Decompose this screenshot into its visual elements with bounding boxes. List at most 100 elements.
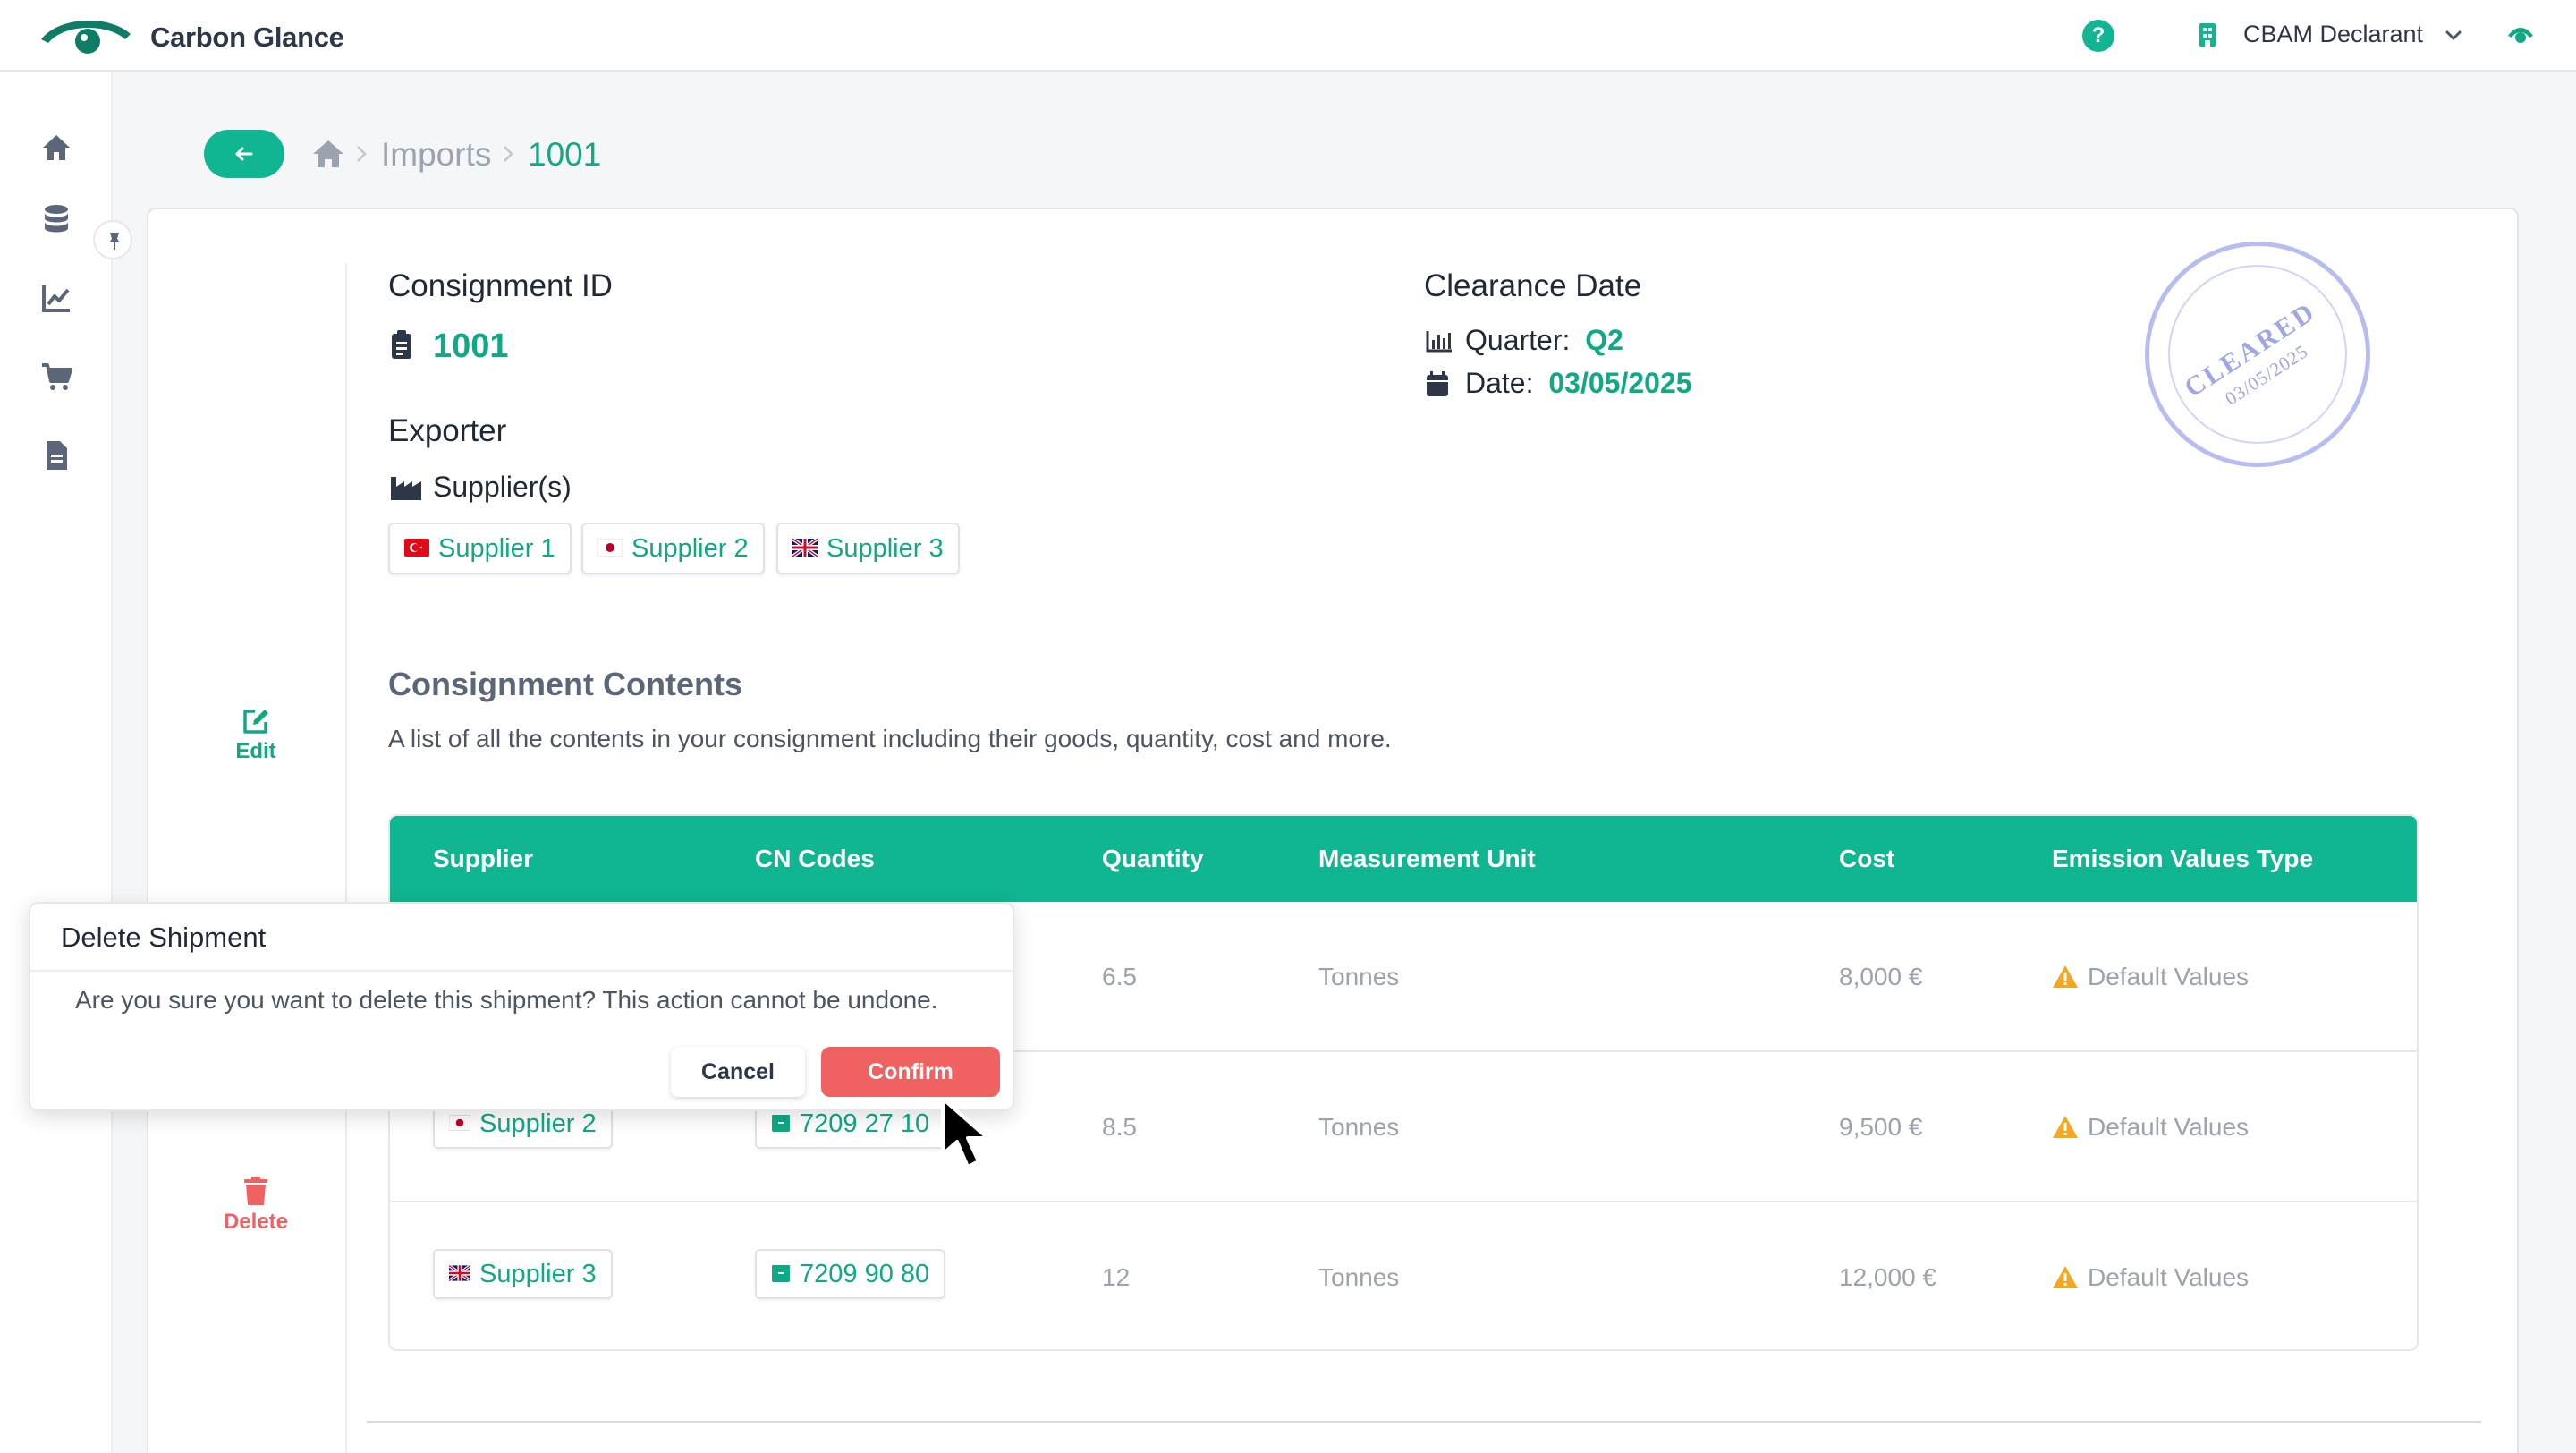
supplier-tag-3[interactable]: Supplier 3 [776, 523, 960, 574]
consignment-id-value: 1001 [433, 327, 509, 365]
quantity-cell: 12 [1102, 1263, 1131, 1291]
cost-cell: 8,000 € [1839, 963, 1923, 990]
consignment-id-label: Consignment ID [388, 268, 613, 303]
cn-code-label: 7209 27 10 [800, 1109, 930, 1138]
edit-button[interactable]: Edit [202, 707, 309, 764]
logo-eye-icon[interactable] [2506, 25, 2535, 45]
home-icon[interactable] [39, 131, 73, 165]
carbon-glance-logo-icon[interactable] [38, 14, 134, 57]
brand-name: Carbon Glance [150, 21, 344, 53]
quantity-cell: 8.5 [1102, 1113, 1137, 1141]
quarter-value: Q2 [1585, 324, 1623, 356]
breadcrumb-chevron-icon [357, 146, 367, 162]
quantity-cell: 6.5 [1102, 963, 1137, 990]
cost-cell: 12,000 € [1839, 1263, 1936, 1291]
date-line: Date: 03/05/2025 [1465, 367, 1692, 400]
breadcrumb-current: 1001 [528, 136, 602, 173]
box-icon [772, 1265, 790, 1283]
japan-flag-icon [597, 539, 623, 557]
exporter-label: Exporter [388, 413, 507, 448]
breadcrumb-imports[interactable]: Imports [381, 136, 491, 174]
sidebar [0, 72, 113, 1453]
emission-cell: Default Values [2052, 1263, 2249, 1292]
trash-icon [244, 1177, 267, 1205]
card-divider [345, 263, 347, 1453]
cost-cell: 9,500 € [1839, 1113, 1923, 1141]
factory-icon [391, 477, 421, 500]
contents-title: Consignment Contents [388, 666, 742, 702]
dialog-divider [30, 970, 1013, 972]
breadcrumb-home-icon[interactable] [311, 139, 345, 169]
top-bar: Carbon Glance ? CBAM Declarant [0, 0, 2576, 72]
delete-shipment-dialog: Delete Shipment Are you sure you want to… [29, 902, 1014, 1111]
emission-value: Default Values [2088, 1263, 2250, 1291]
quarter-line: Quarter: Q2 [1465, 324, 1623, 357]
cn-code-label: 7209 90 80 [800, 1260, 930, 1288]
dialog-title: Delete Shipment [61, 922, 267, 953]
cancel-button[interactable]: Cancel [671, 1047, 805, 1097]
unit-cell: Tonnes [1318, 1263, 1400, 1291]
supplier-tag-label: Supplier 3 [826, 534, 944, 563]
supplier-tag-2[interactable]: Supplier 2 [581, 523, 765, 574]
supplier-tag-label: Supplier 2 [631, 534, 749, 563]
cart-icon[interactable] [39, 360, 73, 394]
edit-icon [243, 710, 268, 734]
supplier-chip[interactable]: Supplier 3 [433, 1249, 613, 1299]
japan-flag-icon [449, 1115, 470, 1132]
warning-icon [2053, 964, 2078, 988]
chart-line-icon[interactable] [39, 281, 73, 315]
warning-icon [2053, 1265, 2078, 1288]
calendar-icon [1427, 371, 1448, 396]
role-selector[interactable]: CBAM Declarant [2243, 21, 2423, 48]
pin-icon [109, 233, 120, 250]
dialog-message: Are you sure you want to delete this shi… [75, 986, 938, 1014]
table-header: Supplier CN Codes Quantity Measurement U… [390, 816, 2417, 902]
emission-cell: Default Values [2052, 963, 2249, 991]
chevron-down-icon[interactable] [2444, 25, 2463, 45]
clearance-date-label: Clearance Date [1424, 268, 1642, 303]
uk-flag-icon [449, 1265, 470, 1282]
cn-code-chip[interactable]: 7209 90 80 [755, 1249, 946, 1299]
confirm-button[interactable]: Confirm [821, 1047, 1000, 1097]
section-divider [367, 1421, 2481, 1423]
quarter-label: Quarter: [1465, 324, 1571, 356]
consignment-card: Edit Delete Consignment ID 1001 Exporter… [147, 208, 2519, 1453]
supplier-tag-label: Supplier 1 [438, 534, 555, 563]
emission-value: Default Values [2088, 963, 2250, 990]
help-icon[interactable]: ? [2082, 20, 2114, 52]
supplier-chip-label: Supplier 2 [479, 1109, 597, 1138]
emission-cell: Default Values [2052, 1113, 2249, 1142]
chart-bar-icon [1426, 331, 1452, 353]
document-icon[interactable] [39, 438, 73, 472]
box-icon [772, 1115, 790, 1133]
column-header[interactable]: Emission Values Type [2052, 845, 2313, 873]
date-label: Date: [1465, 367, 1534, 399]
edit-label: Edit [235, 739, 276, 763]
supplier-tag-1[interactable]: Supplier 1 [388, 523, 572, 574]
date-value: 03/05/2025 [1548, 367, 1692, 399]
uk-flag-icon [792, 539, 818, 557]
database-icon[interactable] [39, 202, 73, 236]
turkey-flag-icon [404, 539, 429, 557]
emission-value: Default Values [2088, 1113, 2250, 1141]
clipboard-icon [392, 330, 411, 359]
unit-cell: Tonnes [1318, 963, 1400, 990]
contents-description: A list of all the contents in your consi… [388, 725, 1392, 752]
column-header[interactable]: Cost [1839, 845, 1894, 873]
column-header[interactable]: Measurement Unit [1318, 845, 1536, 873]
column-header[interactable]: Quantity [1102, 845, 1204, 873]
back-button[interactable] [204, 130, 284, 178]
delete-label: Delete [223, 1210, 289, 1234]
unit-cell: Tonnes [1318, 1113, 1400, 1141]
building-icon [2199, 23, 2216, 47]
supplier-chip-label: Supplier 3 [479, 1260, 597, 1288]
suppliers-label: Supplier(s) [433, 471, 572, 503]
warning-icon [2053, 1115, 2078, 1138]
column-header[interactable]: Supplier [433, 845, 533, 873]
delete-button[interactable]: Delete [202, 1176, 309, 1235]
pin-sidebar-button[interactable] [93, 220, 132, 259]
mouse-cursor-icon [941, 1097, 989, 1168]
table-row[interactable]: Supplier 3 7209 90 80 12 Tonnes 12,000 €… [390, 1202, 2417, 1349]
column-header[interactable]: CN Codes [755, 845, 875, 873]
breadcrumb-chevron-icon [504, 146, 513, 162]
